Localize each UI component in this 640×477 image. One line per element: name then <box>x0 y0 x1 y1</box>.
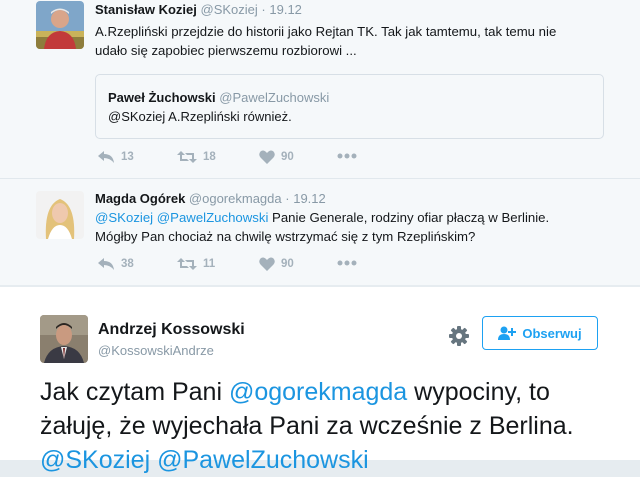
like-count: 90 <box>281 151 294 163</box>
tweet-text-segment: Jak czytam Pani <box>40 378 229 406</box>
more-button[interactable] <box>337 260 357 266</box>
more-icon <box>337 260 357 266</box>
tweet-time[interactable]: 19.12 <box>293 191 326 206</box>
mention-link[interactable]: @ogorekmagda <box>229 378 407 406</box>
quoted-header: Paweł Żuchowski @PawelZuchowski <box>108 90 329 105</box>
reply-button[interactable]: 38 <box>97 257 134 271</box>
avatar-koziej[interactable] <box>36 1 84 49</box>
reply-icon <box>98 151 114 163</box>
tweet-ogorek[interactable]: Magda Ogórek @ogorekmagda · 19.12 @SKozi… <box>0 179 640 285</box>
tweet-text-line: @SKoziej @PawelZuchowski Panie Generale,… <box>95 208 615 227</box>
add-user-icon <box>498 326 517 340</box>
mention-link[interactable]: @PawelZuchowski <box>157 446 369 474</box>
separator-dot: · <box>261 2 266 17</box>
author-handle[interactable]: @ogorekmagda <box>189 191 282 206</box>
follow-label: Obserwuj <box>522 325 582 341</box>
author-handle[interactable]: @SKoziej <box>201 2 258 17</box>
quoted-author-name: Paweł Żuchowski <box>108 90 216 105</box>
reply-button[interactable]: 13 <box>97 150 134 164</box>
more-button[interactable] <box>337 153 357 159</box>
tweet-header: Magda Ogórek @ogorekmagda · 19.12 <box>95 191 326 206</box>
main-tweet: Andrzej Kossowski @KossowskiAndrze Obser… <box>0 287 640 474</box>
retweet-count: 18 <box>203 151 216 163</box>
main-tweet-text: Jak czytam Pani @ogorekmagda wypociny, t… <box>40 375 600 477</box>
reply-count: 38 <box>121 258 134 270</box>
mention-link[interactable]: @PawelZuchowski <box>157 210 269 225</box>
author-name[interactable]: Stanisław Koziej <box>95 2 197 17</box>
mention-link[interactable]: @SKoziej <box>95 210 153 225</box>
quoted-text: @SKoziej A.Rzepliński również. <box>108 109 292 124</box>
tweet-text-line: udało się zapobiec pierwszemu rozbiorowi… <box>95 43 357 58</box>
heart-icon <box>259 257 275 271</box>
like-button[interactable]: 90 <box>259 150 294 164</box>
quoted-author-handle: @PawelZuchowski <box>219 90 330 105</box>
retweet-button[interactable]: 11 <box>177 257 215 271</box>
avatar-kossowski[interactable] <box>40 315 88 363</box>
gear-icon[interactable] <box>448 325 470 347</box>
retweet-button[interactable]: 18 <box>177 150 216 164</box>
reply-icon <box>98 258 114 270</box>
retweet-icon <box>177 151 197 163</box>
tweet-text-line: A.Rzepliński przejdzie do historii jako … <box>95 24 557 39</box>
quoted-tweet[interactable]: Paweł Żuchowski @PawelZuchowski @SKoziej… <box>95 74 604 139</box>
separator-dot: · <box>285 191 290 206</box>
follow-button[interactable]: Obserwuj <box>482 316 598 350</box>
mention-link[interactable]: @SKoziej <box>40 446 150 474</box>
reply-count: 13 <box>121 151 134 163</box>
like-count: 90 <box>281 258 294 270</box>
tweet-text-segment: Panie Generale, rodziny ofiar płaczą w B… <box>268 210 550 225</box>
like-button[interactable]: 90 <box>259 257 294 271</box>
author-handle[interactable]: @KossowskiAndrze <box>98 343 214 358</box>
heart-icon <box>259 150 275 164</box>
author-name[interactable]: Magda Ogórek <box>95 191 185 206</box>
retweet-count: 11 <box>203 258 216 270</box>
tweet-text-line: Mógłby Pan chociaż na chwilę wstrzymać s… <box>95 229 476 244</box>
tweet-time[interactable]: 19.12 <box>269 2 302 17</box>
author-name[interactable]: Andrzej Kossowski <box>98 321 245 339</box>
tweet-text: A.Rzepliński przejdzie do historii jako … <box>95 22 615 60</box>
tweet-koziej[interactable]: Stanisław Koziej @SKoziej · 19.12 A.Rzep… <box>0 0 640 179</box>
avatar-ogorek[interactable] <box>36 191 84 239</box>
conversation-thread: Stanisław Koziej @SKoziej · 19.12 A.Rzep… <box>0 0 640 285</box>
retweet-icon <box>177 258 197 270</box>
tweet-text: @SKoziej @PawelZuchowski Panie Generale,… <box>95 208 615 246</box>
tweet-header: Stanisław Koziej @SKoziej · 19.12 <box>95 2 302 17</box>
more-icon <box>337 153 357 159</box>
